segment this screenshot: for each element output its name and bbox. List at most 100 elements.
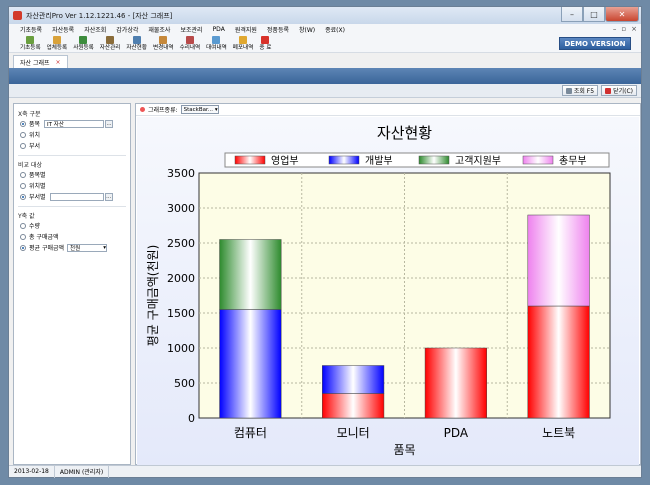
- close-window-button[interactable]: ✕: [605, 7, 639, 22]
- radio-icon[interactable]: [20, 120, 26, 127]
- radio-icon[interactable]: [20, 222, 26, 229]
- compare-option-item[interactable]: 품목별: [20, 169, 126, 180]
- status-user: ADMIN (관리자): [55, 465, 110, 478]
- close-icon: [605, 87, 612, 94]
- bar-segment: [219, 239, 282, 310]
- window-title: 자산관리Pro Ver 1.12.1221.46 - [자산 그래프]: [26, 11, 173, 20]
- browse-button[interactable]: …: [105, 119, 114, 128]
- yaxis-option-qty[interactable]: 수량: [20, 220, 126, 231]
- legend-swatch: [328, 155, 360, 165]
- compare-option-location[interactable]: 위치별: [20, 180, 126, 191]
- compare-group-title: 비교 대상: [18, 162, 42, 169]
- search-icon: [565, 87, 572, 94]
- menu-item[interactable]: 보조관리: [175, 25, 207, 34]
- minimize-button[interactable]: –: [561, 7, 583, 22]
- tab-close-icon[interactable]: ×: [56, 59, 61, 66]
- chart-type-select[interactable]: StackBar... ▾: [180, 105, 219, 114]
- xaxis-option-dept[interactable]: 부서: [20, 140, 126, 151]
- radio-icon[interactable]: [20, 142, 26, 149]
- title-bar: 자산관리Pro Ver 1.12.1221.46 - [자산 그래프] – □ …: [9, 7, 641, 24]
- bar-segment: [527, 305, 590, 419]
- xaxis-group-title: X축 구분: [18, 111, 41, 118]
- mdi-minimize-icon[interactable]: –: [613, 25, 617, 33]
- close-button[interactable]: 닫기(C): [601, 85, 637, 96]
- divider: [18, 155, 126, 156]
- x-tick-label: 모니터: [337, 426, 370, 440]
- radio-icon[interactable]: [20, 131, 26, 138]
- menu-item[interactable]: PDA: [208, 26, 230, 33]
- bar-segment: [424, 347, 487, 419]
- mdi-close-icon[interactable]: ×: [631, 25, 637, 33]
- legend-swatch: [522, 155, 554, 165]
- employee-icon: [79, 36, 88, 44]
- y-axis-label: 평균 구매금액(천원): [145, 245, 160, 347]
- toolbar-button[interactable]: 업체등록: [44, 36, 71, 52]
- x-axis-label: 품목: [393, 443, 415, 457]
- radio-icon[interactable]: [20, 193, 26, 200]
- y-tick-label: 3000: [167, 202, 195, 215]
- y-tick-label: 500: [174, 377, 195, 390]
- menu-item[interactable]: 정품등록: [262, 25, 294, 34]
- toolbar-button[interactable]: 자산관리: [97, 36, 124, 52]
- mdi-restore-icon[interactable]: ▫: [621, 25, 626, 33]
- search-button[interactable]: 조회 F5: [561, 85, 599, 96]
- browse-button[interactable]: …: [104, 192, 113, 201]
- y-tick-label: 0: [188, 412, 195, 425]
- menu-item[interactable]: 원격지원: [230, 25, 262, 34]
- maximize-button[interactable]: □: [583, 7, 605, 22]
- tab-asset-graph[interactable]: 자산 그래프 ×: [13, 55, 68, 68]
- toolbar-button[interactable]: 대여내역: [203, 36, 230, 52]
- header-band: [9, 68, 641, 84]
- status-icon: [132, 36, 141, 44]
- legend-label: 영업부: [271, 154, 299, 167]
- toolbar-button[interactable]: 폐포내역: [230, 36, 257, 52]
- y-tick-label: 3500: [167, 167, 195, 180]
- repair-icon: [185, 36, 194, 44]
- toolbar-button[interactable]: 종 료: [256, 36, 274, 52]
- x-tick-label: 노트북: [542, 426, 575, 440]
- menu-item[interactable]: 자산조회: [79, 25, 111, 34]
- chevron-down-icon: ▾: [214, 106, 218, 113]
- bar-segment: [527, 214, 590, 307]
- radio-icon[interactable]: [20, 244, 26, 251]
- unit-select[interactable]: 천원 ▾: [67, 243, 108, 252]
- x-tick-label: 컴퓨터: [234, 426, 267, 440]
- bar-segment: [322, 393, 385, 419]
- menu-item[interactable]: 재물조사: [143, 25, 175, 34]
- yaxis-group-title: Y축 값: [18, 213, 35, 220]
- yaxis-option-avg[interactable]: 평균 구매금액 천원 ▾: [20, 242, 126, 253]
- toolbar-button[interactable]: 수리내역: [177, 36, 204, 52]
- basic-register-icon: [26, 36, 35, 44]
- toolbar-button[interactable]: 사원등록: [70, 36, 97, 52]
- toolbar-button[interactable]: 자산현황: [123, 36, 150, 52]
- toolbar-button[interactable]: 기초등록: [17, 36, 44, 52]
- menu-item[interactable]: 종료(X): [320, 25, 350, 34]
- toolbar-button[interactable]: 변경내역: [150, 36, 177, 52]
- rental-icon: [212, 36, 221, 44]
- menu-item[interactable]: 기초등록: [15, 25, 47, 34]
- legend-swatch: [418, 155, 450, 165]
- compare-option-dept[interactable]: 부서별…: [20, 191, 126, 202]
- chart-type-icon: [140, 107, 145, 112]
- xaxis-option-location[interactable]: 위치: [20, 129, 126, 140]
- menu-item[interactable]: 감가상각: [111, 25, 143, 34]
- app-icon: [13, 11, 22, 20]
- dept-field[interactable]: [49, 192, 104, 201]
- xaxis-option-item[interactable]: 품목 IT 자산…: [20, 118, 126, 129]
- y-tick-label: 1500: [167, 307, 195, 320]
- radio-icon[interactable]: [20, 182, 26, 189]
- radio-icon[interactable]: [20, 233, 26, 240]
- menu-item[interactable]: 창(W): [294, 25, 320, 34]
- menu-item[interactable]: 자산등록: [47, 25, 79, 34]
- chevron-down-icon: ▾: [103, 244, 107, 251]
- yaxis-option-total[interactable]: 총 구매금액: [20, 231, 126, 242]
- chart-type-bar: 그래프종류: StackBar... ▾: [136, 104, 640, 116]
- document-tabs: 자산 그래프 ×: [9, 53, 641, 68]
- y-tick-label: 1000: [167, 342, 195, 355]
- radio-icon[interactable]: [20, 171, 26, 178]
- item-field[interactable]: IT 자산: [44, 119, 105, 128]
- divider: [18, 206, 126, 207]
- toolbar: 기초등록 업체등록 사원등록 자산관리 자산현황 변경내역 수리내역 대여내역 …: [9, 35, 641, 53]
- change-history-icon: [159, 36, 168, 44]
- legend-label: 고객지원부: [455, 155, 501, 167]
